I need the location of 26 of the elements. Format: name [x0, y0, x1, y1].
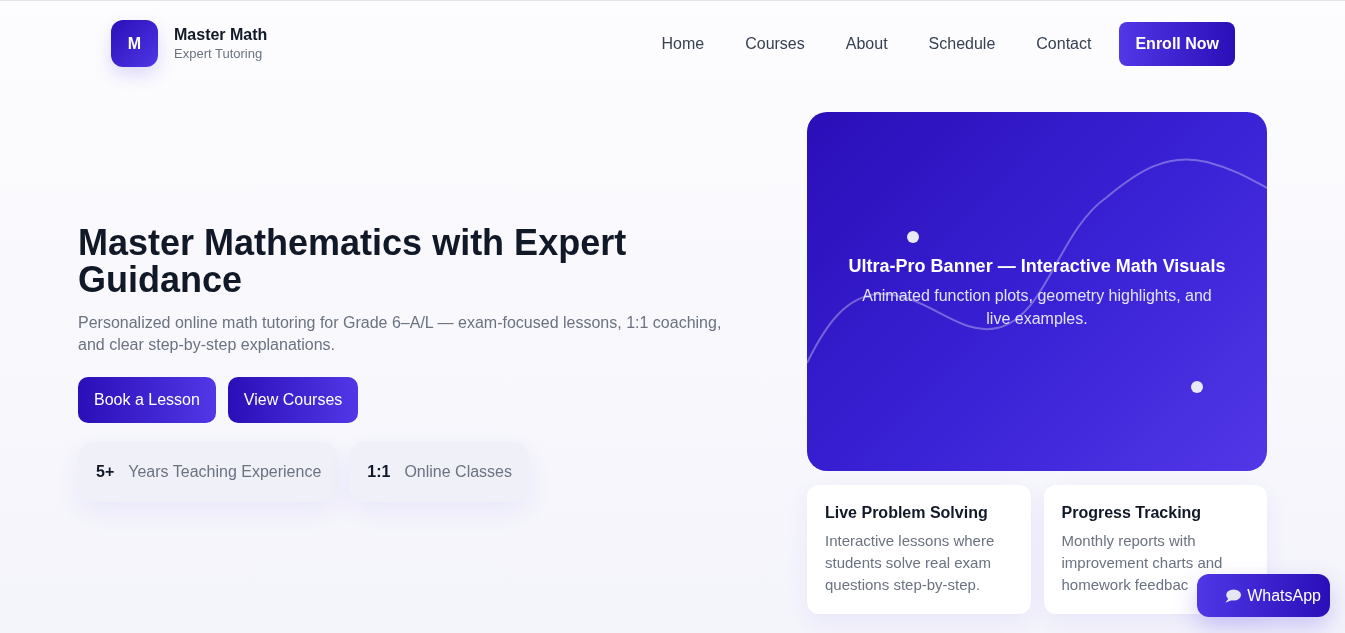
brand-tagline: Expert Tutoring — [174, 44, 264, 63]
stat-label: Years Teaching Experience — [128, 462, 322, 482]
logo-badge[interactable]: M — [111, 20, 158, 67]
nav-link[interactable]: About — [845, 32, 888, 55]
stat-value: 5+ — [96, 462, 115, 482]
dot-icon — [1191, 381, 1203, 393]
brand-name: Master Math — [174, 24, 268, 45]
cta-button[interactable]: View Courses — [227, 377, 359, 423]
feature-title: Live Problem Solving — [825, 503, 989, 523]
nav-link[interactable]: Courses — [745, 32, 805, 55]
nav-link[interactable]: Contact — [1036, 32, 1092, 55]
stat-label: Online Classes — [404, 462, 512, 482]
dot-icon — [907, 231, 919, 243]
nav-link[interactable]: Schedule — [928, 32, 996, 55]
cta-button[interactable]: Book a Lesson — [78, 377, 216, 423]
banner-title: Ultra-Pro Banner — Interactive Math Visuals — [848, 254, 1226, 278]
enroll-now-button[interactable]: Enroll Now — [1119, 21, 1235, 66]
hero-heading: Master Mathematics with Expert Guidance — [78, 224, 628, 298]
feature-title: Progress Tracking — [1061, 503, 1203, 523]
whatsapp-button[interactable]: WhatsApp — [1197, 574, 1330, 617]
feature-description: Interactive lessons where students solve real exam questions step-by-step. — [825, 532, 995, 593]
banner-subtitle: Animated function plots, geometry highlights, and live examples. — [861, 285, 1213, 329]
nav-link[interactable]: Home — [661, 32, 705, 55]
stat-value: 1:1 — [367, 462, 391, 482]
speech-bubble-icon — [1225, 588, 1242, 603]
hero-subtitle: Personalized online math tutoring for Grade 6–A/L — exam-focused lessons, 1:1 coaching, and clear step-by-step explanations. — [78, 313, 723, 355]
